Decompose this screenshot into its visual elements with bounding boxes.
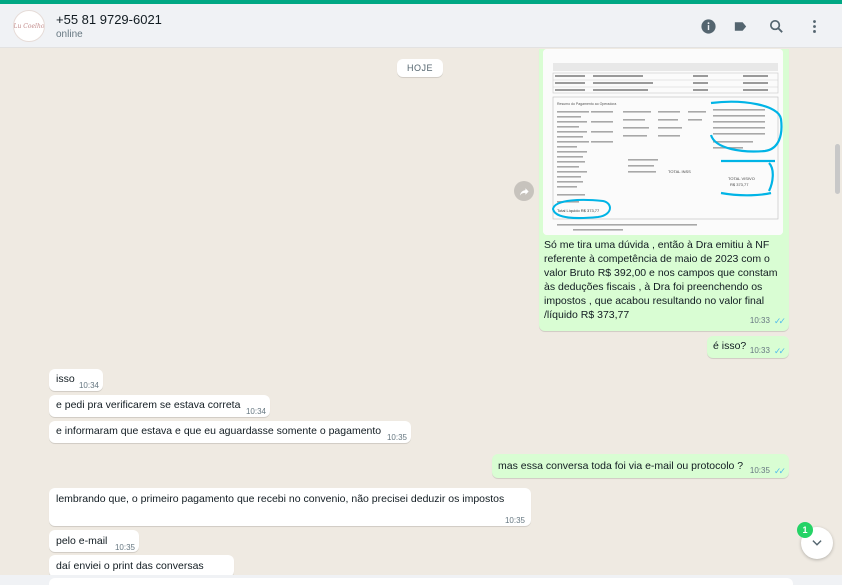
doc-total-value: R$ 373,77 (730, 182, 749, 187)
message-time: 10:34 (78, 381, 99, 390)
message-bubble-outgoing[interactable]: Resumo do Pagamento ao Operadora TOTAL I… (539, 49, 789, 331)
message-time: 10:35 (504, 516, 525, 525)
message-bubble-incoming[interactable]: e informaram que estava e que eu aguarda… (49, 421, 411, 443)
message-bubble-incoming[interactable]: e pedi pra verificarem se estava correta… (49, 395, 270, 417)
doc-total-inss: TOTAL INSS (668, 169, 691, 174)
message-bubble-incoming[interactable]: isso 10:34 (49, 369, 103, 391)
contact-avatar[interactable]: Lu Coelho (13, 10, 45, 42)
unread-count-badge: 1 (797, 522, 813, 538)
message-text: lembrando que, o primeiro pagamento que … (56, 493, 505, 505)
message-text: isso (56, 373, 75, 385)
message-bubble-incoming[interactable]: daí enviei o print das conversas (49, 555, 234, 577)
menu-icon[interactable] (804, 16, 824, 36)
contact-status: online (56, 29, 83, 40)
doc-section-title: Resumo do Pagamento ao Operadora (557, 102, 616, 106)
doc-total-liquido: Total Líquido R$ 373,77 (557, 208, 600, 213)
message-bubble-incoming[interactable]: pelo e-mail 10:35 (49, 530, 139, 552)
message-text: Só me tira uma dúvida , então à Dra emit… (544, 239, 778, 321)
message-text: é isso? (713, 340, 747, 352)
info-icon[interactable] (698, 16, 718, 36)
message-bubble-incoming[interactable]: lembrando que, o primeiro pagamento que … (49, 488, 531, 526)
message-text: e pedi pra verificarem se estava correta (56, 399, 241, 411)
message-time: 10:33 (749, 316, 770, 325)
message-time: 10:35 (114, 543, 135, 552)
message-input[interactable] (49, 578, 793, 585)
message-bubble-outgoing[interactable]: mas essa conversa toda foi via e-mail ou… (492, 454, 789, 478)
message-time: 10:33 (749, 346, 770, 355)
doc-total-visivo: TOTAL VISIVO (728, 176, 755, 181)
message-text: pelo e-mail (56, 535, 108, 547)
contact-name[interactable]: +55 81 9729-6021 (56, 12, 162, 27)
message-time: 10:35 (749, 466, 770, 475)
message-composer[interactable] (0, 575, 842, 585)
read-receipt-icon: ✓✓ (773, 466, 786, 476)
chevron-down-icon (812, 540, 822, 546)
label-icon[interactable] (730, 16, 750, 36)
document-screenshot-image[interactable]: Resumo do Pagamento ao Operadora TOTAL I… (543, 49, 783, 235)
search-icon[interactable] (766, 16, 786, 36)
avatar-logo-text: Lu Coelho (13, 22, 45, 30)
message-text: e informaram que estava e que eu aguarda… (56, 425, 382, 437)
forward-icon[interactable] (514, 181, 534, 201)
message-time: 10:34 (245, 407, 266, 416)
chat-header[interactable]: Lu Coelho +55 81 9729-6021 online (0, 4, 842, 48)
message-bubble-outgoing[interactable]: é isso? 10:33 ✓✓ (707, 336, 789, 358)
read-receipt-icon: ✓✓ (773, 316, 786, 326)
chat-area[interactable]: HOJE Resumo do Pagamento ao Operadora TO… (0, 49, 842, 585)
read-receipt-icon: ✓✓ (773, 346, 786, 356)
message-time: 10:35 (386, 433, 407, 442)
day-separator: HOJE (397, 59, 444, 77)
message-text: mas essa conversa toda foi via e-mail ou… (498, 460, 744, 472)
message-text: daí enviei o print das conversas (56, 560, 204, 572)
chat-scrollbar[interactable] (835, 144, 840, 194)
